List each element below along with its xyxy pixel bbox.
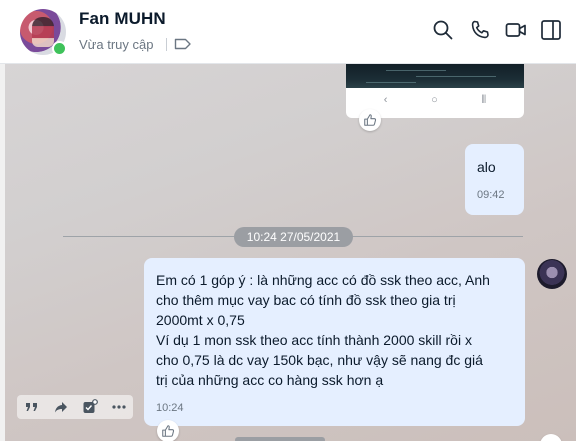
message-time: 09:42 — [477, 189, 505, 201]
status-divider — [166, 38, 167, 51]
task-icon[interactable] — [81, 398, 99, 416]
video-call-icon[interactable] — [504, 18, 528, 42]
message-text: Em có 1 góp ý : là những acc có đồ ssk t… — [156, 270, 516, 390]
message-list[interactable]: ‹ ○ ⦀ alo 09:42 10:24 27/05/2021 Em có 1… — [0, 64, 576, 441]
message-line: trị của những acc co hàng ssk hơn ạ — [156, 372, 384, 388]
like-reaction-button[interactable] — [359, 109, 381, 131]
home-nav-icon: ○ — [431, 94, 438, 106]
message-text: alo — [477, 159, 496, 175]
message-line: 2000mt x 0,75 — [156, 312, 245, 328]
message-line: cho 0,75 là dc vay 150k bạc, như vậy sẽ … — [156, 352, 483, 368]
message-line: cho thêm mục vay bac có tính đồ ssk theo… — [156, 292, 456, 308]
date-divider: 10:24 27/05/2021 — [234, 227, 353, 247]
sender-avatar[interactable] — [537, 259, 567, 289]
search-icon[interactable] — [431, 18, 455, 42]
message-time: 10:24 — [156, 402, 184, 414]
thumbs-up-icon — [364, 114, 377, 126]
incoming-message[interactable]: Em có 1 góp ý : là những acc có đồ ssk t… — [144, 258, 525, 426]
online-status-dot — [52, 41, 67, 56]
chat-header: Fan MUHN Vừa truy cập — [0, 0, 576, 64]
avatar-figure — [32, 17, 54, 47]
message-line: Em có 1 góp ý : là những acc có đồ ssk t… — [156, 272, 490, 288]
tag-icon[interactable] — [174, 37, 192, 51]
thumbs-up-icon — [162, 425, 175, 437]
last-seen-status: Vừa truy cập — [79, 37, 154, 52]
image-preview[interactable] — [346, 64, 524, 88]
more-icon[interactable] — [110, 398, 128, 416]
reaction-button[interactable] — [540, 434, 562, 441]
contact-name[interactable]: Fan MUHN — [79, 9, 166, 29]
like-reaction-button[interactable] — [157, 420, 179, 441]
scroll-edge — [0, 64, 5, 441]
back-nav-icon: ‹ — [383, 94, 388, 106]
sidebar-toggle-icon[interactable] — [539, 18, 563, 42]
recents-nav-icon: ⦀ — [481, 93, 487, 106]
next-date-divider — [235, 437, 325, 441]
forward-icon[interactable] — [52, 398, 70, 416]
quote-icon[interactable] — [23, 398, 41, 416]
message-action-toolbar — [17, 395, 133, 419]
message-line: Ví dụ 1 mon ssk theo acc tính thành 2000… — [156, 332, 472, 348]
phone-icon[interactable] — [468, 18, 492, 42]
outgoing-message[interactable]: alo 09:42 — [465, 144, 524, 215]
